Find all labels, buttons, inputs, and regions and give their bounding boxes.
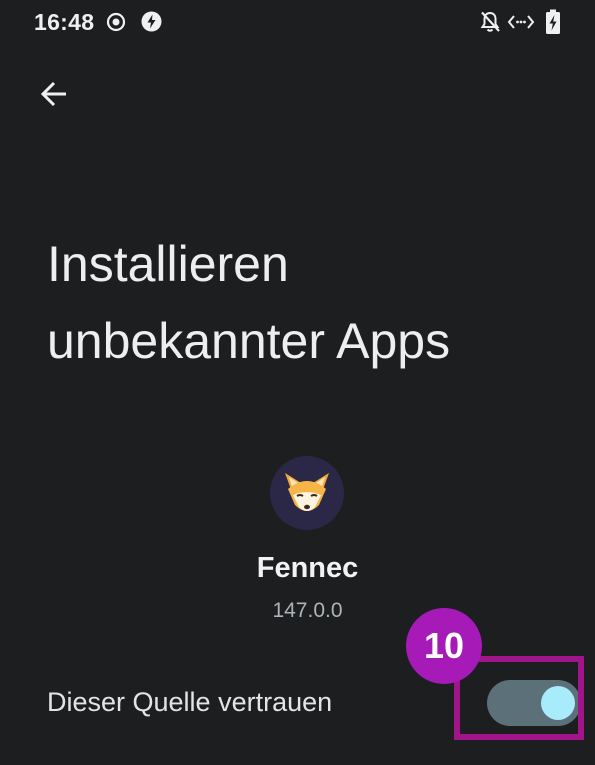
app-name: Fennec (256, 552, 359, 584)
battery-charging-icon (546, 9, 560, 34)
app-icon (270, 456, 344, 530)
fennec-fox-icon (285, 473, 329, 511)
arrow-back-icon (40, 81, 66, 107)
data-saver-icon (507, 15, 535, 29)
status-bar: 16:48 (0, 0, 595, 44)
record-icon (106, 12, 126, 32)
toggle-thumb (541, 686, 575, 720)
back-button[interactable] (26, 66, 82, 122)
trust-source-toggle[interactable] (487, 680, 581, 726)
charging-bolt-icon (141, 11, 162, 32)
app-version: 147.0.0 (272, 599, 343, 622)
status-time: 16:48 (34, 9, 95, 35)
page-title: Installieren unbekannter Apps (47, 236, 451, 369)
annotation-step-badge: 10 (406, 608, 482, 684)
trust-source-row[interactable]: Dieser Quelle vertrauen (0, 670, 595, 740)
notifications-off-icon (480, 11, 500, 32)
trust-source-label: Dieser Quelle vertrauen (47, 687, 333, 717)
